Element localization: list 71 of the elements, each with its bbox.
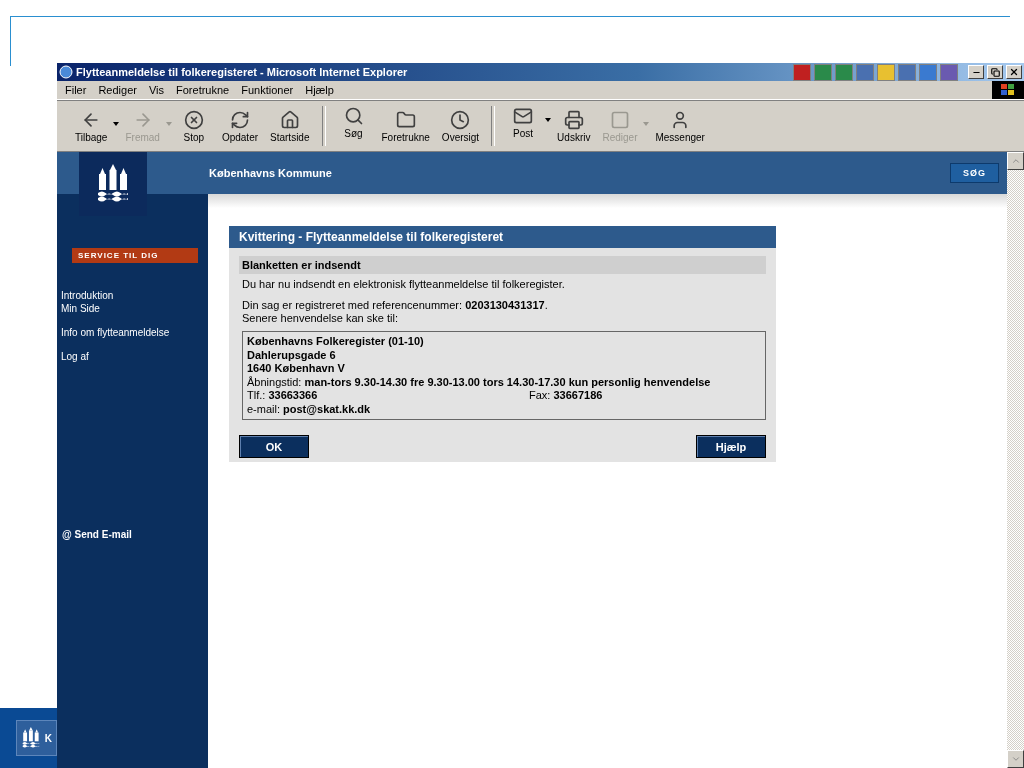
- app-icon[interactable]: [877, 63, 895, 81]
- toolbar-button[interactable]: Oversigt: [435, 109, 486, 143]
- scrollbar[interactable]: [1007, 152, 1024, 768]
- folder-icon: [395, 109, 416, 130]
- scroll-up-button[interactable]: [1007, 152, 1024, 170]
- restore-icon: [990, 67, 1000, 77]
- close-icon: [1009, 67, 1019, 77]
- menu-item[interactable]: Rediger: [98, 84, 137, 96]
- caret-icon[interactable]: [113, 121, 120, 126]
- menu-item[interactable]: Vis: [148, 84, 164, 96]
- site-name: Københavns Kommune: [209, 167, 332, 179]
- confirmation-text: Du har nu indsendt en elektronisk flytteanmeldelse til folkeregister.: [242, 278, 566, 291]
- minimize-button[interactable]: [968, 65, 984, 79]
- address-line: Dahlerupsgade 6: [247, 348, 337, 362]
- square-icon: [609, 109, 630, 130]
- app-icon[interactable]: [940, 63, 958, 81]
- city-crest-icon: [95, 164, 131, 204]
- toolbar-button[interactable]: Post: [501, 106, 546, 139]
- panel-title: Kvittering - Flytteanmeldelse til folkeregisteret: [229, 226, 776, 248]
- toolbar-button[interactable]: Søg: [331, 106, 376, 139]
- address-line: Københavns Folkeregister (01-10): [247, 335, 425, 349]
- reference-text: Din sag er registreret med referencenummer: 0203130431317.: [242, 299, 549, 312]
- app-icon[interactable]: [898, 63, 916, 81]
- menu-item[interactable]: Funktioner: [241, 84, 294, 96]
- section-heading: SERVICE TIL DIG: [72, 248, 198, 263]
- opening-hours: Åbningstid: man-tors 9.30-14.30 fre 9.30-13.00 tors 14.30-17.30 kun personlig henvendelse: [247, 375, 712, 389]
- app-icon[interactable]: [793, 63, 811, 81]
- city-crest-icon: [21, 727, 41, 749]
- search-button[interactable]: SØG: [950, 163, 999, 183]
- clock-icon: [450, 109, 471, 130]
- menu-item[interactable]: Foretrukne: [176, 84, 230, 96]
- window-title: Flytteanmeldelse til folkeregisteret - Microsoft Internet Explorer: [76, 66, 409, 78]
- email-text: e-mail: post@skat.kk.dk: [247, 402, 372, 416]
- app-icon[interactable]: [856, 63, 874, 81]
- phone-text: Tlf.: 33663366: [247, 389, 319, 403]
- app-icon[interactable]: [835, 63, 853, 81]
- footer-text: K: [44, 732, 53, 744]
- search-icon: [343, 106, 364, 126]
- printer-icon: [563, 109, 584, 130]
- caret-icon[interactable]: [545, 118, 552, 122]
- app-icon[interactable]: [919, 63, 937, 81]
- house-icon: [279, 109, 300, 130]
- scroll-down-button[interactable]: [1007, 750, 1024, 768]
- globe-icon: [59, 65, 73, 79]
- toolbar-button[interactable]: Messenger: [649, 109, 711, 143]
- panel-subheading: Blanketten er indsendt: [239, 256, 766, 274]
- sidebar-link[interactable]: Min Side: [61, 302, 208, 315]
- toolbar-button[interactable]: Udskriv: [551, 109, 597, 143]
- flag-icon: [1001, 84, 1015, 96]
- help-button[interactable]: Hjælp: [696, 435, 766, 458]
- stop-icon: [183, 109, 204, 130]
- address-line: 1640 København V: [247, 362, 346, 376]
- menu-item[interactable]: Filer: [65, 84, 87, 96]
- email-link[interactable]: @ Send E-mail: [62, 529, 208, 540]
- app-icon[interactable]: [814, 63, 832, 81]
- refresh-icon: [229, 109, 250, 130]
- toolbar-button[interactable]: Startside: [264, 109, 316, 143]
- contact-intro: Senere henvendelse kan ske til:: [242, 312, 399, 325]
- fax-text: Fax: 33667186: [529, 389, 603, 403]
- toolbar-button[interactable]: Foretrukne: [375, 109, 436, 143]
- sidebar-link[interactable]: Introduktion: [61, 289, 208, 302]
- ok-button[interactable]: OK: [239, 435, 309, 458]
- toolbar-button[interactable]: Opdater: [215, 109, 265, 143]
- menu-item[interactable]: Hjælp: [305, 84, 334, 96]
- sidebar-link[interactable]: Log af: [61, 350, 208, 363]
- mail-icon: [513, 106, 534, 126]
- sidebar-link[interactable]: Info om flytteanmeldelse: [61, 326, 208, 339]
- close-button[interactable]: [1006, 65, 1022, 79]
- toolbar-button[interactable]: Stop: [171, 109, 216, 143]
- toolbar-button[interactable]: Tilbage: [69, 109, 114, 143]
- restore-button[interactable]: [987, 65, 1003, 79]
